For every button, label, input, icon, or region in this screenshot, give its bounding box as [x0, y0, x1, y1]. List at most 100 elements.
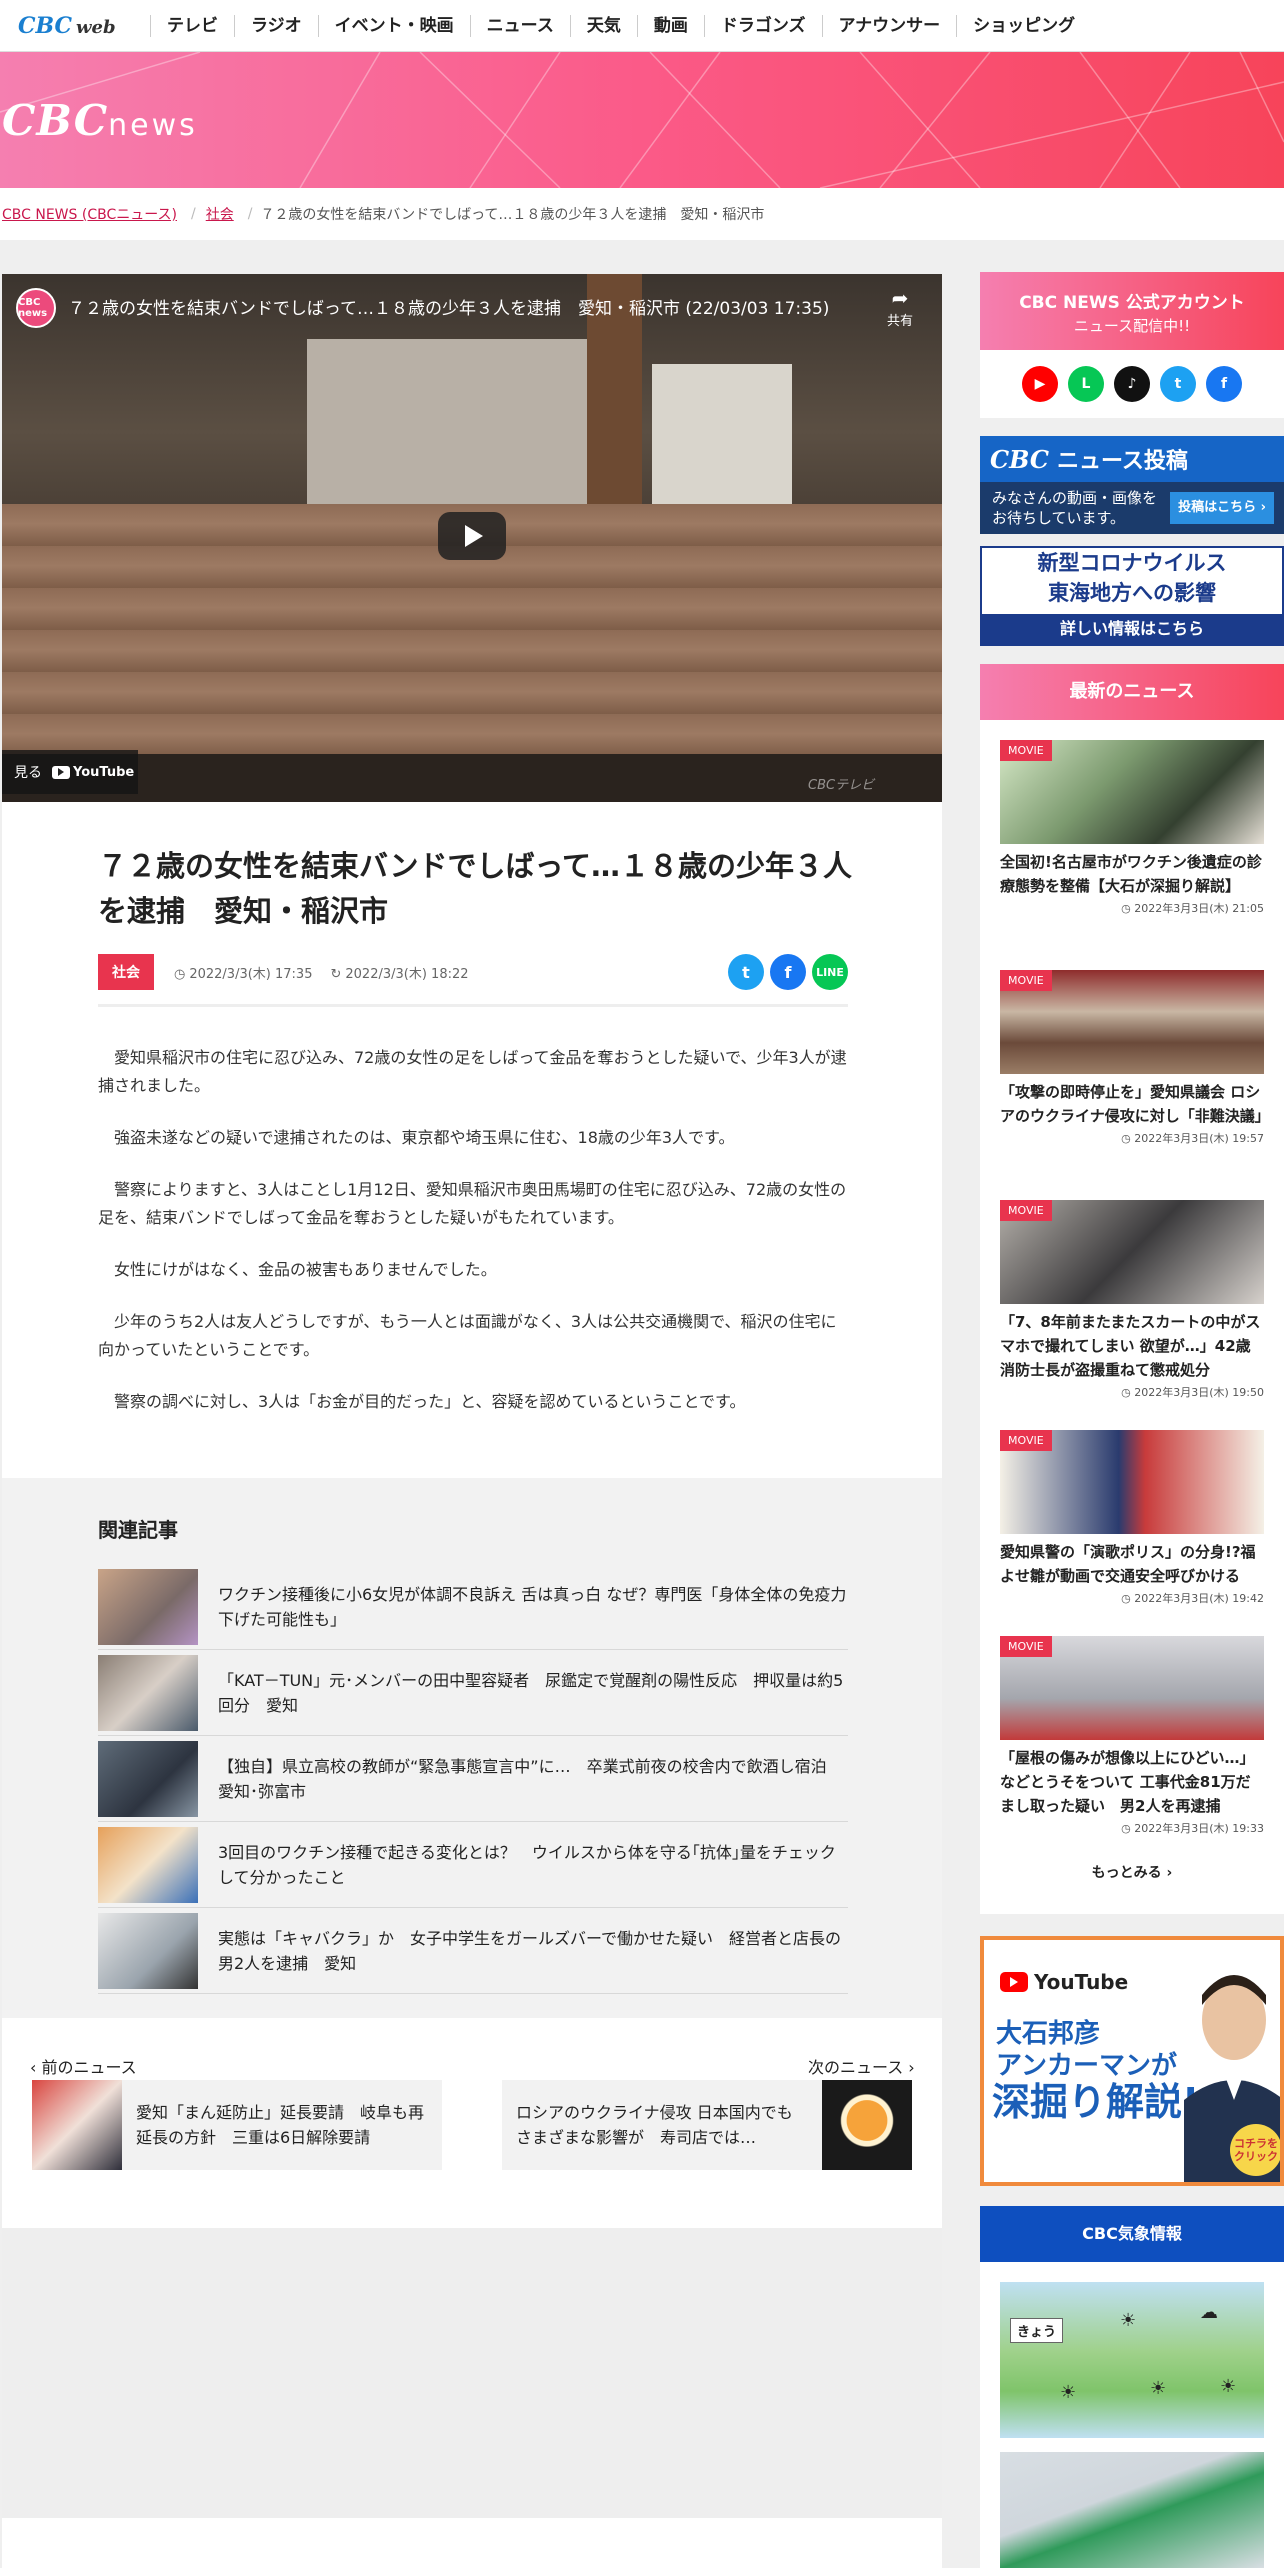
related-title: 【独自】県立高校の教師が“緊急事態宣言中”に… 卒業式前夜の校舎内で飲酒し宿泊 … — [218, 1756, 843, 1801]
nav-item-dragons[interactable]: ドラゴンズ — [703, 14, 822, 37]
nav-item-tv[interactable]: テレビ — [150, 14, 234, 37]
tiktok-icon[interactable]: ♪ — [1114, 366, 1150, 402]
latest-news-item[interactable]: MOVIE 愛知県警の「演歌ポリス」の分身!?福よせ雛が動画で交通安全呼びかける… — [1000, 1430, 1264, 1606]
related-list: ワクチン接種後に小6女児が体調不良訴え 舌は真っ白 なぜ？専門医「身体全体の免疫… — [98, 1564, 848, 1994]
latest-news-item[interactable]: MOVIE 「7、8年前またまたスカートの中がスマホで撮れてしまい 欲望が…」4… — [1000, 1200, 1264, 1400]
facebook-share-icon[interactable]: f — [770, 954, 806, 990]
nav-item-video[interactable]: 動画 — [636, 14, 704, 37]
nav-item-weather[interactable]: 天気 — [569, 14, 637, 37]
category-badge[interactable]: 社会 — [98, 954, 154, 990]
article-title: ７２歳の女性を結束バンドでしばって…１８歳の少年３人を逮捕 愛知・稲沢市 — [98, 849, 853, 928]
news-thumbnail: MOVIE — [1000, 1430, 1264, 1534]
news-header-banner: CBCnews — [0, 52, 1284, 188]
related-title: ワクチン接種後に小6女児が体調不良訴え 舌は真っ白 なぜ？専門医「身体全体の免疫… — [218, 1584, 847, 1629]
official-accounts-subtitle: ニュース配信中!! — [1073, 317, 1191, 335]
covid-info-banner[interactable]: 新型コロナウイルス 東海地方への影響 詳しい情報はこちら — [980, 546, 1284, 646]
video-scene-floor — [2, 754, 942, 802]
weather-map-today[interactable]: きょう ☀ ☁ ☀ ☀ ☀ — [1000, 2282, 1264, 2438]
nav-item-event[interactable]: イベント・映画 — [317, 14, 470, 37]
related-item[interactable]: 3回目のワクチン接種で起きる変化とは？ ウイルスから体を守る｢抗体｣量をチェック… — [98, 1822, 848, 1908]
latest-news-item[interactable]: MOVIE 「攻撃の即時停止を」愛知県議会 ロシアのウクライナ侵攻に対し「非難決… — [1000, 970, 1270, 1146]
breadcrumb: CBC NEWS (CBCニュース) / 社会 / ７２歳の女性を結束バンドでし… — [0, 188, 1284, 240]
line-icon[interactable]: L — [1068, 366, 1104, 402]
next-news-title: ロシアのウクライナ侵攻 日本国内でもさまざまな影響が 寿司店では… — [516, 2103, 793, 2147]
youtube-icon: YouTube — [52, 765, 134, 780]
article-body: 愛知県稲沢市の住宅に忍び込み、72歳の女性の足をしばって金品を奪おうとした疑いで… — [98, 1044, 848, 1440]
twitter-share-icon[interactable]: t — [728, 954, 764, 990]
divider — [98, 1004, 848, 1007]
nav-item-news[interactable]: ニュース — [469, 14, 570, 37]
clock-icon: ◷ — [174, 966, 186, 982]
yt-banner-headline: 深掘り解説! — [992, 2080, 1200, 2124]
youtube-icon[interactable]: ▶ — [1022, 366, 1058, 402]
latest-news-heading: 最新のニュース — [980, 664, 1284, 720]
news-post-banner[interactable]: CBC ニュース投稿 みなさんの動画・画像を お待ちしています。 投稿はこちら › — [980, 436, 1284, 534]
movie-tag: MOVIE — [1000, 1200, 1052, 1221]
top-navigation: CBC web テレビ ラジオ イベント・映画 ニュース 天気 動画 ドラゴンズ … — [0, 0, 1284, 52]
latest-news-item[interactable]: MOVIE 全国初!名古屋市がワクチン後遺症の診療態勢を整備【大石が深掘り解説】… — [1000, 740, 1264, 916]
news-post-button[interactable]: 投稿はこちら › — [1170, 492, 1274, 524]
channel-avatar[interactable]: CBC news — [16, 288, 56, 328]
news-date-text: 2022年3月3日(木) 21:05 — [1134, 902, 1264, 915]
facebook-icon[interactable]: f — [1206, 366, 1242, 402]
news-post-text-line: みなさんの動画・画像を — [992, 489, 1158, 507]
watch-on-youtube-button[interactable]: 見る YouTube — [2, 750, 138, 794]
related-title: 3回目のワクチン接種で起きる変化とは？ ウイルスから体を守る｢抗体｣量をチェック… — [218, 1842, 836, 1887]
article-pager: ‹ 前のニュース 次のニュース › 愛知「まん延防止」延長要請 岐阜も再延長の方… — [2, 2054, 942, 2214]
news-date: ◷ 2022年3月3日(木) 19:33 — [1121, 1822, 1264, 1835]
weather-today-label: きょう — [1010, 2318, 1064, 2343]
related-articles: 関連記事 ワクチン接種後に小6女児が体調不良訴え 舌は真っ白 なぜ？専門医「身体… — [2, 1478, 942, 2018]
weather-box: CBC気象情報 きょう ☀ ☁ ☀ ☀ ☀ — [980, 2206, 1284, 2568]
published-date-text: 2022/3/3(木) 17:35 — [189, 966, 313, 982]
nav-item-shopping[interactable]: ショッピング — [956, 14, 1091, 37]
video-player[interactable]: CBC news ７２歳の女性を結束バンドでしばって…１８歳の少年３人を逮捕 愛… — [2, 274, 942, 802]
news-date: ◷ 2022年3月3日(木) 19:57 — [1121, 1132, 1264, 1145]
share-button[interactable]: ➦ 共有 — [880, 286, 920, 329]
covid-banner-line: 東海地方への影響 — [1048, 581, 1216, 605]
ad-space — [2, 2228, 942, 2518]
covid-banner-line: 新型コロナウイルス — [1037, 551, 1227, 575]
weather-map-radar[interactable] — [1000, 2452, 1264, 2568]
news-thumbnail: MOVIE — [1000, 970, 1264, 1074]
related-heading: 関連記事 — [98, 1518, 178, 1542]
prev-news-link[interactable]: ‹ 前のニュース — [30, 2054, 137, 2078]
youtube-logo-text: YouTube — [1034, 1970, 1129, 1994]
related-item[interactable]: ワクチン接種後に小6女児が体調不良訴え 舌は真っ白 なぜ？専門医「身体全体の免疫… — [98, 1564, 848, 1650]
play-button[interactable] — [438, 512, 506, 560]
updated-date: ↻ 2022/3/3(木) 18:22 — [330, 963, 468, 982]
twitter-icon[interactable]: t — [1160, 366, 1196, 402]
news-post-title: CBC ニュース投稿 — [980, 436, 1284, 482]
next-news-card[interactable]: ロシアのウクライナ侵攻 日本国内でもさまざまな影響が 寿司店では… — [502, 2080, 912, 2170]
related-item[interactable]: 【独自】県立高校の教師が“緊急事態宣言中”に… 卒業式前夜の校舎内で飲酒し宿泊 … — [98, 1736, 848, 1822]
yt-banner-line: 大石邦彦 — [996, 2019, 1101, 2049]
next-news-link[interactable]: 次のニュース › — [808, 2054, 915, 2078]
click-here-badge[interactable]: コチラをクリック — [1230, 2124, 1280, 2176]
official-accounts-box: CBC NEWS 公式アカウント ニュース配信中!! ▶ L ♪ t f — [980, 272, 1284, 418]
cbc-news-logo[interactable]: CBCnews — [2, 96, 198, 145]
weather-heading: CBC気象情報 — [980, 2206, 1284, 2262]
related-thumbnail — [98, 1568, 198, 1645]
line-share-icon[interactable]: LINE — [812, 954, 848, 990]
nav-item-announcer[interactable]: アナウンサー — [821, 14, 957, 37]
breadcrumb-home[interactable]: CBC NEWS (CBCニュース) — [0, 204, 183, 224]
cbc-web-logo[interactable]: CBC web — [0, 13, 150, 39]
news-title: 愛知県警の「演歌ポリス」の分身!?福よせ雛が動画で交通安全呼びかける — [1000, 1543, 1256, 1585]
article-paragraph: 警察の調べに対し、3人は「お金が目的だった」と、容疑を認めているということです。 — [114, 1392, 746, 1411]
prev-news-card[interactable]: 愛知「まん延防止」延長要請 岐阜も再延長の方針 三重は6日解除要請 — [32, 2080, 442, 2170]
news-date: ◷ 2022年3月3日(木) 19:42 — [1121, 1592, 1264, 1605]
latest-news-item[interactable]: MOVIE 「屋根の傷みが想像以上にひどい…」などとうそをついて 工事代金81万… — [1000, 1636, 1264, 1836]
hero-logo-cbc: CBC — [2, 96, 109, 145]
related-thumbnail — [98, 1826, 198, 1903]
related-item[interactable]: 実態は「キャバクラ」か 女子中学生をガールズバーで働かせた疑い 経営者と店長の男… — [98, 1908, 848, 1994]
youtube-anchor-banner[interactable]: YouTube 大石邦彦 アンカーマンが 深掘り解説! コチラをクリック — [980, 1936, 1284, 2186]
more-news-link[interactable]: もっとみる › — [980, 1862, 1284, 1882]
related-item[interactable]: 「KAT－TUN」元･メンバーの田中聖容疑者 尿鑑定で覚醒剤の陽性反応 押収量は… — [98, 1650, 848, 1736]
watch-label: 見る — [14, 765, 42, 781]
breadcrumb-category[interactable]: 社会 — [204, 204, 240, 224]
related-thumbnail — [98, 1654, 198, 1731]
news-date-text: 2022年3月3日(木) 19:57 — [1134, 1132, 1264, 1145]
sidebar: CBC NEWS 公式アカウント ニュース配信中!! ▶ L ♪ t f CBC… — [980, 272, 1284, 2568]
video-watermark: CBCテレビ — [808, 778, 875, 793]
nav-item-radio[interactable]: ラジオ — [234, 14, 318, 37]
video-title[interactable]: ７２歳の女性を結束バンドでしばって…１８歳の少年３人を逮捕 愛知・稲沢市 (22… — [68, 294, 829, 319]
